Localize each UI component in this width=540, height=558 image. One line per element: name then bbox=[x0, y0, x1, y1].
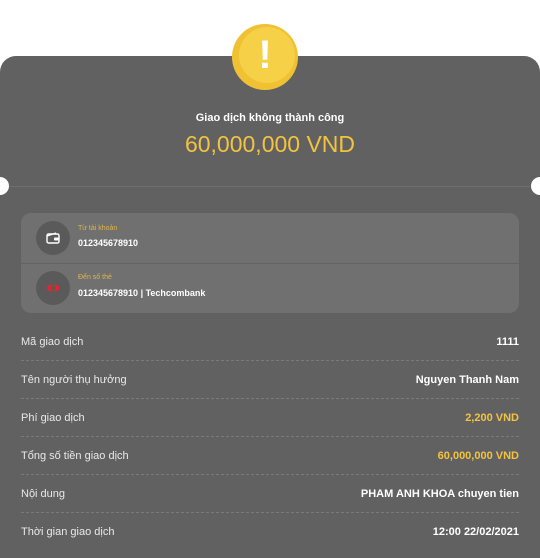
content-value: PHAM ANH KHOA chuyen tien bbox=[360, 488, 519, 500]
detail-row-beneficiary: Tên người thụ hưởng Nguyen Thanh Nam bbox=[21, 360, 519, 399]
to-card-row: Đến số thẻ 012345678910 | Techcombank bbox=[21, 263, 519, 313]
detail-row-time: Thời gian giao dịch 12:00 22/02/2021 bbox=[21, 512, 519, 550]
wallet-icon bbox=[36, 221, 70, 255]
transaction-id-label: Mã giao dịch bbox=[21, 336, 84, 348]
detail-row-content: Nội dung PHAM ANH KHOA chuyen tien bbox=[21, 474, 519, 513]
total-value: 60,000,000 VND bbox=[437, 450, 519, 462]
fee-value: 2,200 VND bbox=[465, 412, 519, 424]
time-label: Thời gian giao dịch bbox=[21, 526, 115, 538]
to-card-label: Đến số thẻ bbox=[78, 274, 112, 281]
detail-row-fee: Phí giao dịch 2,200 VND bbox=[21, 398, 519, 437]
transaction-id-value: 1111 bbox=[496, 336, 519, 348]
from-account-number: 012345678910 bbox=[78, 238, 139, 248]
from-account-row: Từ tài khoản 012345678910 bbox=[21, 213, 519, 264]
detail-row-total: Tổng số tiền giao dịch 60,000,000 VND bbox=[21, 436, 519, 475]
from-account-label: Từ tài khoản bbox=[78, 225, 118, 232]
total-label: Tổng số tiền giao dịch bbox=[21, 450, 129, 462]
beneficiary-value: Nguyen Thanh Nam bbox=[415, 374, 519, 386]
detail-row-transaction-id: Mã giao dịch 1111 bbox=[21, 322, 519, 361]
ticket-divider bbox=[10, 186, 530, 187]
techcombank-logo-icon bbox=[36, 271, 70, 305]
account-info-box: Từ tài khoản 012345678910 Đến số thẻ 012… bbox=[21, 213, 519, 313]
fee-label: Phí giao dịch bbox=[21, 412, 85, 424]
to-card-number: 012345678910 | Techcombank bbox=[78, 288, 206, 298]
warning-badge: ! bbox=[232, 24, 298, 90]
status-title: Giao dịch không thành công bbox=[195, 112, 345, 124]
exclamation-icon: ! bbox=[258, 32, 272, 77]
transaction-amount: 60,000,000 VND bbox=[184, 131, 356, 157]
content-label: Nội dung bbox=[21, 488, 66, 500]
time-value: 12:00 22/02/2021 bbox=[432, 526, 519, 538]
beneficiary-label: Tên người thụ hưởng bbox=[21, 374, 127, 386]
